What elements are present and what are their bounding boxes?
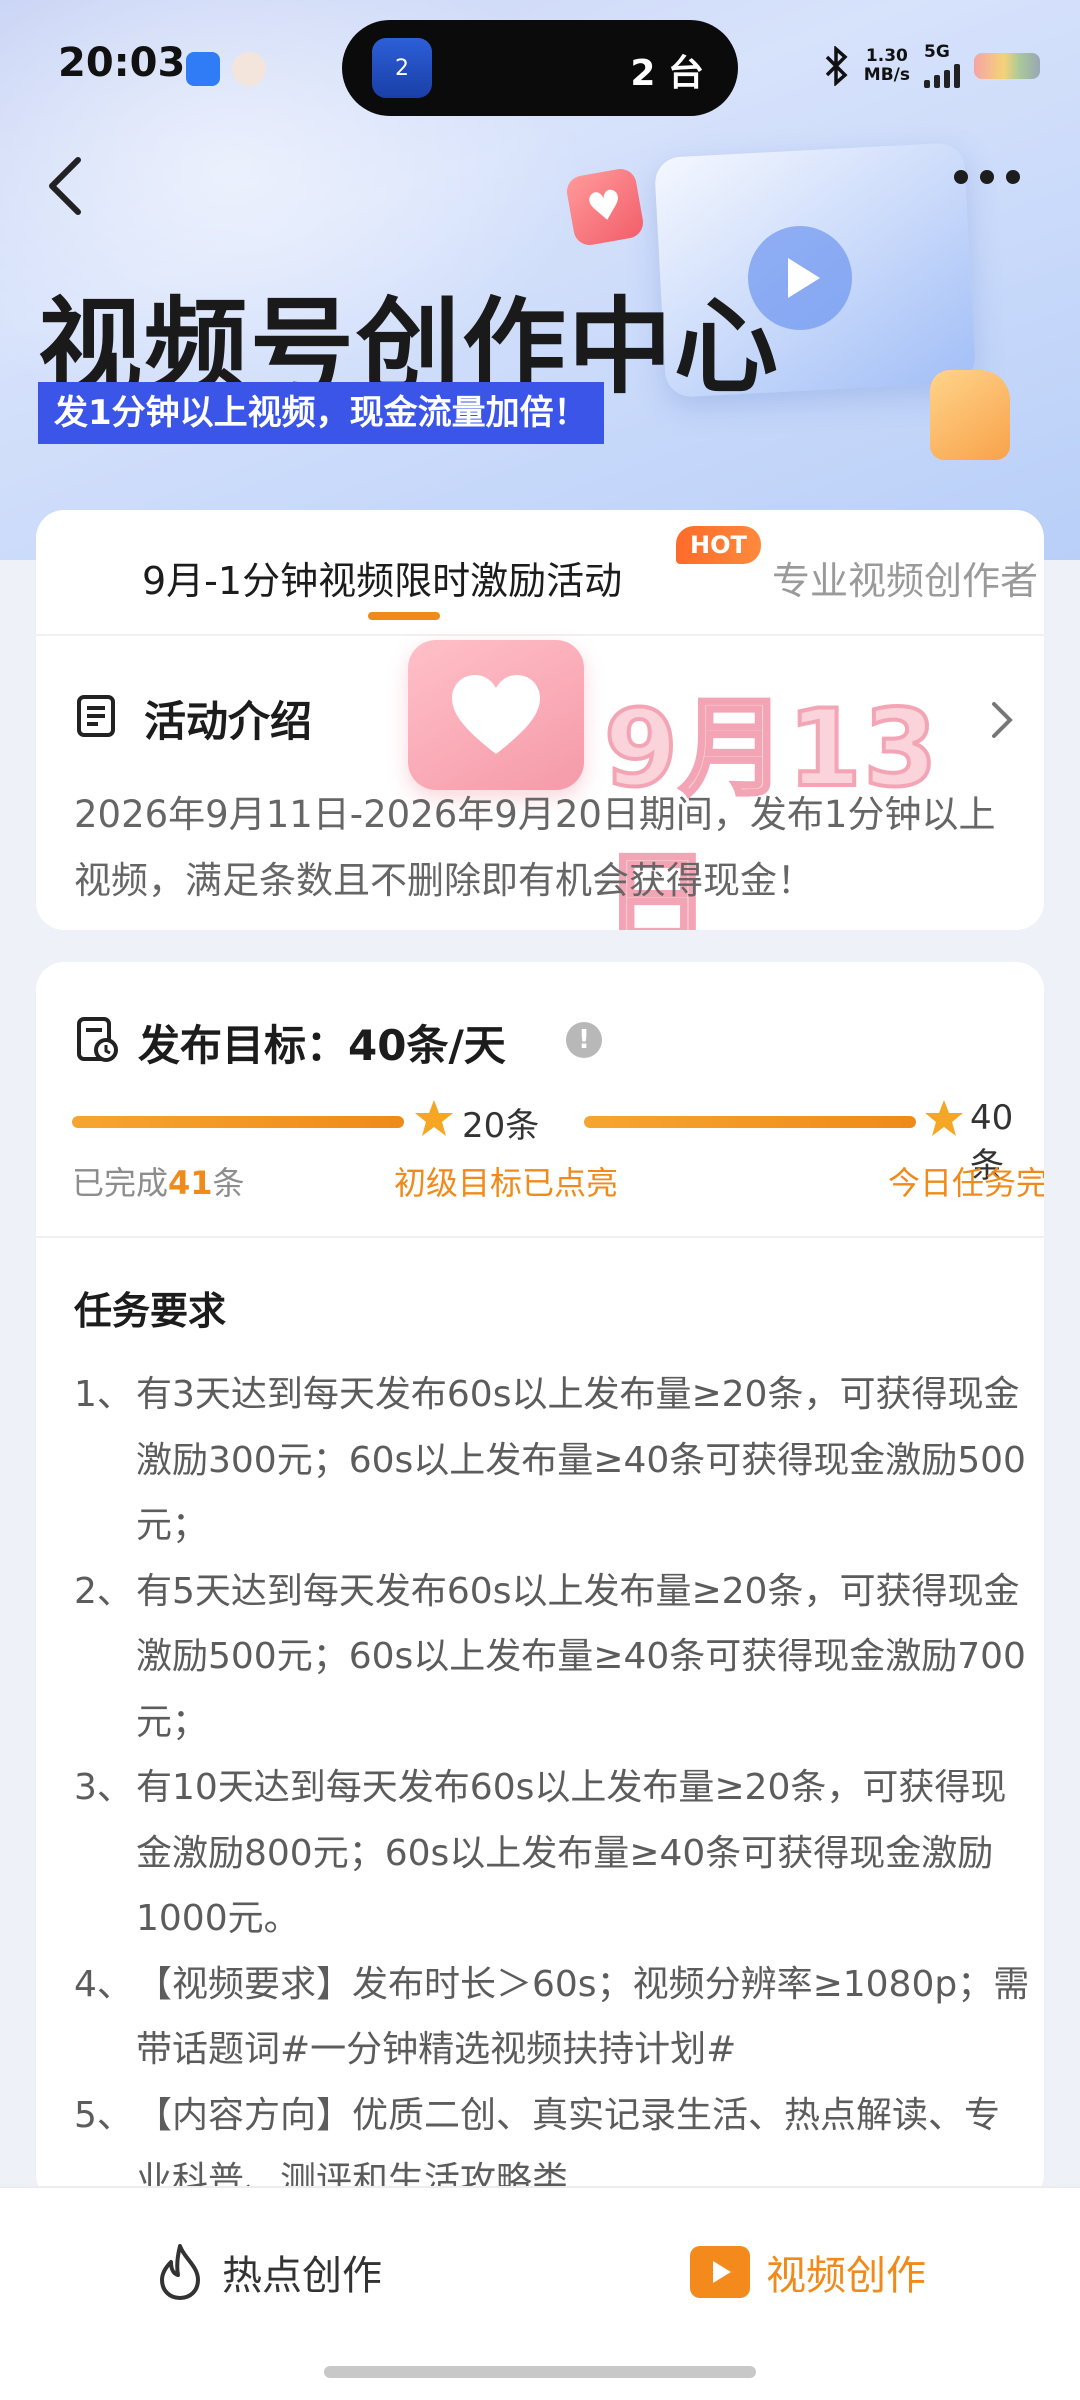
info-icon[interactable]: ! [566,1022,602,1058]
progress-bar-level2 [584,1116,916,1128]
level2-status: 今日任务完成 [888,1164,1044,1202]
divider [36,1236,1044,1238]
goal-progress: 20条 40条 [72,1092,1013,1186]
goal-card: 发布目标：40条/天 ! 20条 40条 已完成41条 初级目标已点亮 今日任务… [36,962,1044,2202]
back-button[interactable] [38,150,98,220]
requirements-list: 1、 有3天达到每天发布60s以上发布量≥20条，可获得现金激励300元；60s以… [74,1362,1034,2202]
network-speed: 1.30 MB/s [863,46,910,85]
battery-icon [974,53,1040,79]
milestone-label: 20条 [462,1106,540,1146]
document-icon [77,695,115,737]
hot-creation-button[interactable]: 热点创作 [154,2242,382,2302]
avatar-notification-icon [232,52,266,86]
page-subtitle: 发1分钟以上视频，现金流量加倍！ [38,382,604,444]
notification-app-icon [186,52,220,86]
list-item: 1、 有3天达到每天发布60s以上发布量≥20条，可获得现金激励300元；60s以… [74,1374,1026,1546]
completed-count: 已完成41条 [72,1164,245,1202]
star-icon [925,1100,963,1136]
device-count: 2 台 [630,53,704,94]
intro-description: 2026年9月11日-2026年9月20日期间，发布1分钟以上视频，满足条数且不… [74,793,996,902]
hot-badge: HOT [676,526,761,564]
network-type: 5G [924,42,950,62]
intro-title: 活动介绍 [144,697,313,746]
dynamic-island[interactable]: 2 2 台 [342,20,738,116]
chevron-right-icon [992,702,1013,738]
heart-icon: ♥ [564,166,646,248]
broadcast-icon: 2 [372,38,432,98]
list-item: 2、 有5天达到每天发布60s以上发布量≥20条，可获得现金激励500元；60s以… [74,1570,1026,1743]
home-indicator[interactable] [324,2366,756,2378]
progress-status: 已完成41条 初级目标已点亮 今日任务完成 [72,1158,1044,1208]
progress-bar-level1 [72,1116,404,1128]
tab-monthly-activity[interactable]: 9月-1分钟视频限时激励活动 [142,550,622,605]
list-item: 4、 【视频要求】发布时长＞60s；视频分辨率≥1080p；需带话题词#一分钟精选… [74,1963,1030,2071]
active-tab-indicator [368,612,440,620]
list-item: 5、 【内容方向】优质二创、真实记录生活、热点解读、专业科普、测评和生活攻略类 [74,2094,1001,2202]
star-icon [415,1100,453,1136]
status-indicators: 1.30 MB/s 5G [824,44,1040,88]
heart-sticker-icon [408,640,584,790]
goal-title: 发布目标：40条/天 [138,1021,506,1070]
thumbs-up-icon [930,370,1010,460]
activity-card: 9月-1分钟视频限时激励活动 HOT 专业视频创作者 活动介绍 9月13日 20… [36,510,1044,930]
calendar-clock-icon [77,1017,118,1062]
flame-icon [160,2244,200,2300]
status-time: 20:03 [58,40,186,86]
bluetooth-icon [825,46,848,86]
more-options-button[interactable] [954,170,1034,200]
requirements-title: 任务要求 [74,1289,227,1333]
video-creation-button[interactable]: 视频创作 [690,2242,926,2302]
tab-professional-creator[interactable]: 专业视频创作者 [772,550,1038,605]
signal-icon [924,60,960,88]
activity-tabs: 9月-1分钟视频限时激励活动 HOT 专业视频创作者 [36,510,1044,636]
level1-status: 初级目标已点亮 [394,1164,619,1202]
activity-intro-row[interactable]: 活动介绍 9月13日 [76,640,1016,930]
list-item: 3、 有10天达到每天发布60s以上发布量≥20条，可获得现金激励800元；60s… [74,1767,1007,1939]
video-play-icon [690,2246,750,2298]
